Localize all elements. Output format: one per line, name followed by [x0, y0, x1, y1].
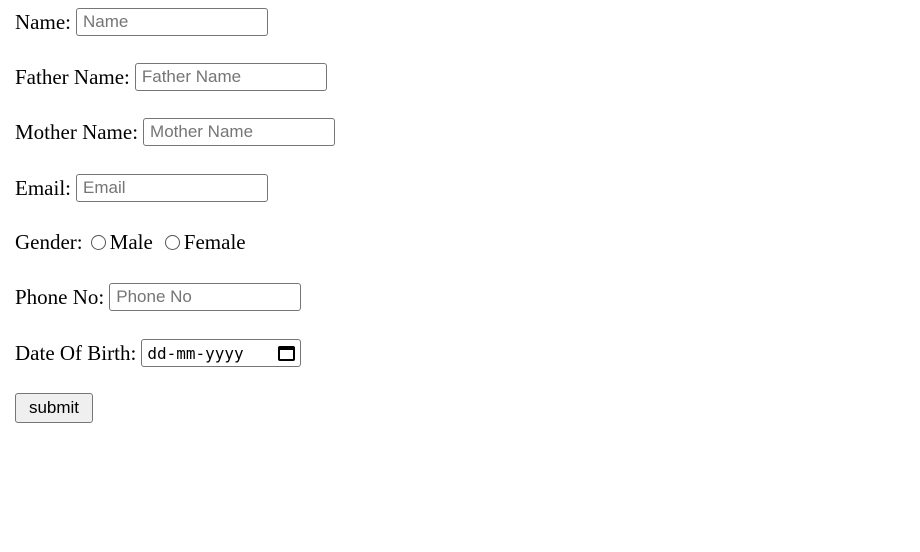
- father-name-row: Father Name:: [15, 63, 327, 91]
- name-row: Name:: [15, 8, 268, 36]
- name-label: Name:: [15, 9, 71, 34]
- dob-row: Date Of Birth: dd-mm-yyyy: [15, 339, 302, 367]
- email-row: Email:: [15, 174, 268, 202]
- gender-male-radio[interactable]: [90, 235, 106, 250]
- dob-date-input[interactable]: dd-mm-yyyy: [141, 339, 302, 367]
- dob-label: Date Of Birth:: [15, 340, 137, 365]
- mother-name-input[interactable]: [143, 118, 336, 146]
- gender-row: Gender: Male Female: [15, 230, 255, 255]
- phone-row: Phone No:: [15, 283, 302, 311]
- phone-input[interactable]: [109, 283, 302, 311]
- submit-button[interactable]: submit: [15, 393, 93, 423]
- gender-label: Gender:: [15, 230, 83, 254]
- mother-name-row: Mother Name:: [15, 118, 336, 146]
- gender-female-radio[interactable]: [164, 235, 180, 250]
- dob-placeholder: dd-mm-yyyy: [147, 343, 244, 363]
- calendar-icon[interactable]: [278, 345, 296, 361]
- phone-label: Phone No:: [15, 284, 105, 309]
- father-name-input[interactable]: [134, 63, 327, 91]
- father-name-label: Father Name:: [15, 64, 130, 89]
- gender-male-label[interactable]: Male: [110, 230, 153, 255]
- name-input[interactable]: [75, 8, 268, 36]
- gender-female-label[interactable]: Female: [184, 230, 246, 255]
- email-input[interactable]: [76, 174, 268, 202]
- mother-name-label: Mother Name:: [15, 119, 139, 144]
- email-label: Email:: [15, 175, 71, 200]
